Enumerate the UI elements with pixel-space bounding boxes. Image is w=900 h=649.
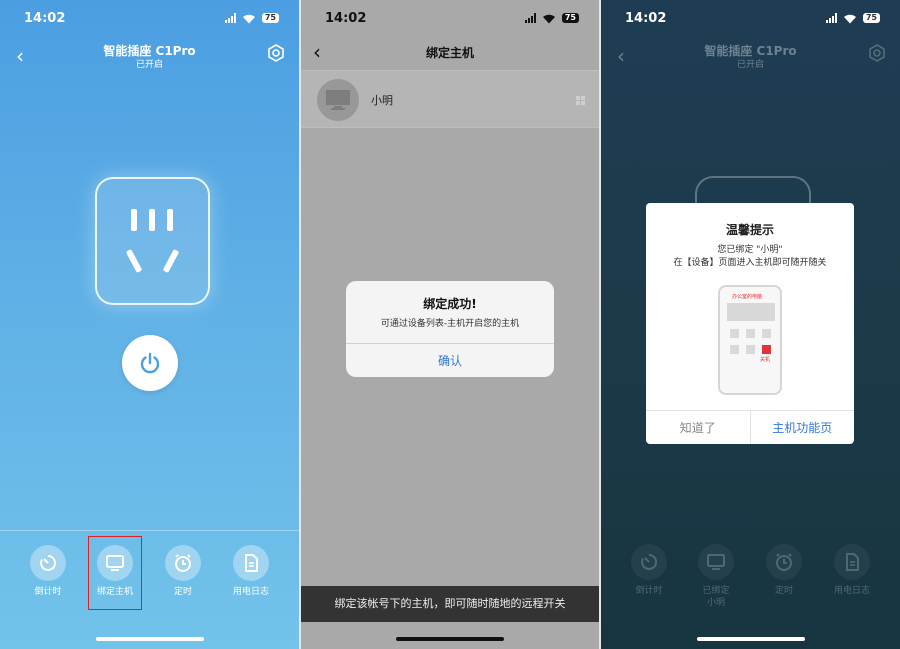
countdown-label: 倒计时: [34, 587, 62, 597]
power-log-button[interactable]: 用电日志: [221, 545, 281, 598]
device-status-text: 已开启: [135, 60, 163, 70]
power-off-label: 关机: [760, 357, 771, 363]
wifi-icon: [542, 14, 555, 23]
nav-bar: ‹ 智能插座 C1Pro 已开启: [601, 36, 900, 80]
power-log-label: 用电日志: [232, 587, 269, 597]
dialog-title: 绑定成功!: [423, 297, 477, 311]
status-bar: 14:02 75: [301, 0, 599, 36]
bound-host-label: 已绑定 小明: [702, 586, 730, 608]
dialog-message: 可通过设备列表-主机开启您的主机: [380, 319, 520, 329]
settings-icon[interactable]: [868, 44, 886, 62]
document-icon: [245, 554, 258, 572]
dialog-title: 温馨提示: [725, 223, 774, 237]
home-indicator: [696, 637, 805, 641]
dialog-buttons: 知道了 主机功能页: [646, 410, 854, 444]
windows-icon: [576, 96, 585, 105]
monitor-icon: [707, 554, 725, 570]
confirm-button[interactable]: 确认: [346, 343, 554, 377]
alarm-clock-icon: [776, 553, 792, 571]
status-bar: 14:02 75: [601, 0, 900, 36]
screen-socket-control: 14:02 75 ‹ 智能插座 C1Pro 已开启 倒计时 绑定主机 定时 用电…: [0, 0, 299, 649]
power-button[interactable]: [122, 335, 178, 391]
countdown-label: 倒计时: [635, 586, 663, 596]
countdown-button[interactable]: 倒计时: [619, 544, 679, 597]
tip-dialog: 温馨提示 您已绑定 "小明" 在【设备】页面进入主机即可随开随关 办公室的电脑 …: [646, 203, 854, 444]
page-title: 绑定主机: [425, 46, 474, 60]
power-off-icon: [762, 345, 771, 354]
screenshot-collage: 14:02 75 ‹ 智能插座 C1Pro 已开启 倒计时 绑定主机 定时 用电…: [0, 0, 900, 649]
dialog-line-2: 在【设备】页面进入主机即可随开随关: [673, 258, 827, 268]
status-time: 14:02: [24, 10, 66, 26]
countdown-icon: [641, 553, 658, 570]
phone-illustration: 办公室的电脑 关机: [718, 285, 782, 395]
settings-icon[interactable]: [267, 44, 285, 62]
alarm-clock-icon: [175, 554, 191, 572]
screen-bound-tip: 14:02 75 ‹ 智能插座 C1Pro 已开启 倒计时 已绑定 小明 定时 …: [601, 0, 900, 649]
monitor-icon: [326, 90, 350, 110]
image-placeholder-icon: [727, 303, 775, 321]
highlight-box: [88, 536, 142, 610]
bottom-toolbar: 倒计时 绑定主机 定时 用电日志: [0, 530, 299, 649]
bind-success-dialog: 绑定成功! 可通过设备列表-主机开启您的主机 确认: [346, 281, 554, 377]
screen-bind-host: 14:02 75 ‹ 绑定主机 小明 绑定成功! 可通过设备列表-主机开启您的主…: [301, 0, 599, 649]
dialog-line-1: 您已绑定 "小明": [717, 245, 783, 255]
timer-label: 定时: [173, 587, 192, 597]
countdown-icon: [40, 554, 57, 571]
home-indicator: [95, 637, 204, 641]
host-function-page-button[interactable]: 主机功能页: [751, 411, 855, 444]
power-log-button[interactable]: 用电日志: [822, 544, 882, 597]
signal-icon: [224, 13, 236, 23]
signal-icon: [825, 13, 837, 23]
wifi-icon: [843, 14, 856, 23]
battery-indicator: 75: [862, 13, 880, 23]
phone-illustration-title: 办公室的电脑: [732, 294, 763, 300]
timer-button[interactable]: 定时: [754, 544, 814, 597]
timer-button[interactable]: 定时: [153, 545, 213, 598]
socket-illustration: [95, 177, 210, 305]
nav-bar: ‹ 智能插座 C1Pro 已开启: [0, 36, 299, 80]
countdown-button[interactable]: 倒计时: [18, 545, 78, 598]
status-time: 14:02: [625, 10, 667, 26]
power-icon: [140, 352, 160, 374]
host-name: 小明: [371, 94, 393, 107]
got-it-button[interactable]: 知道了: [646, 411, 751, 444]
bottom-toolbar: 倒计时 已绑定 小明 定时 用电日志: [601, 530, 900, 649]
info-toast: 绑定该帐号下的主机，即可随时随地的远程开关: [301, 586, 599, 622]
battery-indicator: 75: [561, 13, 579, 23]
document-icon: [846, 553, 859, 571]
home-indicator: [396, 637, 504, 641]
wifi-icon: [242, 14, 255, 23]
host-list-item[interactable]: 小明: [301, 70, 599, 128]
host-avatar: [317, 79, 359, 121]
battery-indicator: 75: [261, 13, 279, 23]
device-status-text: 已开启: [736, 60, 764, 70]
status-time: 14:02: [325, 10, 367, 26]
status-bar: 14:02 75: [0, 0, 299, 36]
timer-label: 定时: [774, 586, 793, 596]
power-log-label: 用电日志: [833, 586, 870, 596]
bound-host-button[interactable]: 已绑定 小明: [686, 544, 746, 609]
signal-icon: [524, 13, 536, 23]
